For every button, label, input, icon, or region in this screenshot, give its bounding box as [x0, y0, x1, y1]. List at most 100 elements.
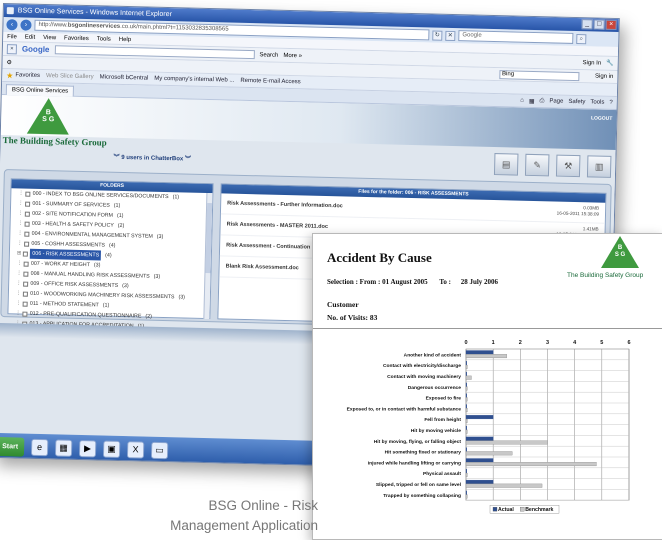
bar-benchmark: [465, 440, 548, 445]
cmd-page[interactable]: Page: [549, 98, 563, 105]
folder-checkbox[interactable]: [24, 241, 30, 247]
favorites-label: Favorites: [15, 72, 41, 79]
folder-checkbox[interactable]: [23, 251, 29, 257]
folder-checkbox[interactable]: [24, 221, 30, 227]
fav-web-slice[interactable]: Web Slice Gallery: [46, 73, 94, 80]
file-meta: 0.03MB 16-05-2011 15:38:09: [557, 205, 600, 218]
folder-checkbox[interactable]: [22, 301, 29, 307]
menu-tools[interactable]: Tools: [97, 34, 111, 43]
ie-taskbar-icon[interactable]: e: [30, 438, 49, 456]
report-logo-name: The Building Safety Group: [567, 272, 644, 279]
star-icon: ★: [6, 70, 14, 80]
google-signin-link[interactable]: Sign In: [582, 60, 601, 66]
tools-icon[interactable]: ⚒: [555, 154, 581, 178]
explorer-taskbar-icon[interactable]: ▦: [54, 438, 73, 457]
category-label: Physical assault: [423, 471, 461, 477]
bing-search-input[interactable]: Bing: [498, 69, 580, 81]
ie-icon: [6, 7, 14, 15]
folder-checkbox[interactable]: [23, 271, 29, 277]
close-icon[interactable]: ×: [605, 19, 617, 30]
print-icon[interactable]: ⎙: [539, 98, 544, 105]
favorites-button[interactable]: ★ Favorites: [6, 71, 40, 81]
google-more-link[interactable]: More »: [283, 52, 302, 58]
file-name[interactable]: Risk Assessments - Further Information.d…: [227, 201, 343, 210]
media-taskbar-icon[interactable]: ▶: [78, 439, 97, 457]
window-controls: _ □ ×: [581, 19, 617, 30]
feeds-icon[interactable]: ▦: [529, 97, 535, 104]
folder-checkbox[interactable]: [23, 281, 29, 287]
start-button[interactable]: Start: [0, 436, 25, 457]
menu-file[interactable]: File: [7, 32, 17, 41]
bar-actual: [465, 447, 467, 452]
folder-checkbox[interactable]: [25, 191, 31, 197]
x-tick-label: 4: [573, 340, 577, 346]
legend-label: Benchmark: [525, 507, 553, 513]
folder-count: (1): [116, 212, 124, 220]
pen-icon[interactable]: ✎: [524, 153, 550, 177]
bing-signin-link[interactable]: Sign in: [595, 73, 614, 79]
bing-label: Bing: [498, 69, 580, 81]
bin-icon[interactable]: ▥: [586, 155, 612, 178]
scroll-thumb[interactable]: [205, 203, 213, 274]
x-tick-label: 5: [600, 340, 603, 346]
fav-company-web[interactable]: My company's internal Web ...: [154, 76, 234, 84]
cmd-tools[interactable]: Tools: [590, 99, 604, 106]
tree-line-icon: ⋮: [15, 290, 22, 297]
category-label: Hit something fixed or stationary: [385, 450, 462, 456]
bar-benchmark: [465, 364, 468, 369]
search-input[interactable]: Google: [458, 30, 574, 44]
bar-actual: [465, 490, 467, 495]
folder-checkbox[interactable]: [22, 311, 28, 317]
folder-count: (4): [108, 242, 116, 249]
x-tick-label: 0: [464, 340, 467, 346]
minimize-icon[interactable]: _: [581, 19, 593, 30]
close-toolbar-icon[interactable]: ×: [6, 43, 18, 54]
folder-count: (1): [102, 302, 110, 309]
back-icon[interactable]: ‹: [6, 19, 18, 31]
folder-checkbox[interactable]: [24, 231, 30, 237]
tool-icons: ▤ ✎ ⚒ ▥: [493, 153, 612, 178]
maximize-icon[interactable]: □: [593, 19, 605, 30]
building-icon[interactable]: ▤: [493, 153, 519, 176]
search-icon[interactable]: ⌕: [576, 33, 587, 44]
chatterbox-status[interactable]: ︾ 9 users in ChatterBox ︾: [62, 151, 242, 166]
folder-count: (3): [178, 294, 186, 301]
fav-bcentral[interactable]: Microsoft bCentral: [100, 74, 149, 81]
fav-remote-email[interactable]: Remote E-mail Access: [240, 78, 300, 85]
bar-actual: [465, 436, 494, 441]
help-icon[interactable]: ?: [609, 99, 612, 106]
file-name[interactable]: Risk Assessments - MASTER 2011.doc: [227, 222, 328, 230]
gear-icon[interactable]: ⚙: [6, 59, 12, 66]
category-label: Dangerous occurrence: [408, 385, 462, 391]
forward-icon[interactable]: ›: [20, 19, 32, 31]
folder-count: (2): [117, 222, 125, 230]
menu-help[interactable]: Help: [119, 35, 132, 44]
folder-checkbox[interactable]: [25, 211, 31, 217]
expand-icon[interactable]: ⊞: [17, 248, 22, 258]
excel-taskbar-icon[interactable]: X: [126, 440, 145, 459]
bar-actual: [465, 415, 494, 420]
refresh-icon[interactable]: ↻: [432, 30, 443, 41]
window-taskbar-icon[interactable]: ▭: [150, 441, 169, 459]
menu-favorites[interactable]: Favorites: [64, 34, 89, 44]
menu-edit[interactable]: Edit: [25, 33, 36, 42]
folder-checkbox[interactable]: [25, 201, 31, 207]
x-tick-label: 2: [519, 340, 522, 346]
folder-taskbar-icon[interactable]: ▣: [102, 440, 121, 458]
bar-actual: [465, 393, 467, 398]
accident-report: Accident By Cause Selection : From : 01 …: [312, 233, 662, 540]
wrench-icon[interactable]: 🔧: [606, 60, 614, 67]
cmd-safety[interactable]: Safety: [568, 98, 585, 105]
folder-count: (3): [122, 282, 129, 290]
tree-line-icon: ⋮: [16, 260, 23, 267]
folder-checkbox[interactable]: [23, 261, 29, 267]
folder-checkbox[interactable]: [23, 291, 29, 297]
bar-benchmark: [465, 408, 468, 413]
logout-link[interactable]: LOGOUT: [591, 115, 613, 122]
file-name[interactable]: Blank Risk Assessment.doc: [226, 264, 299, 272]
caption-line-2: Management Application: [170, 518, 318, 533]
stop-icon[interactable]: ✕: [445, 30, 456, 41]
google-search-button[interactable]: Search: [259, 52, 278, 58]
home-icon[interactable]: ⌂: [520, 97, 524, 104]
menu-view[interactable]: View: [43, 33, 56, 42]
